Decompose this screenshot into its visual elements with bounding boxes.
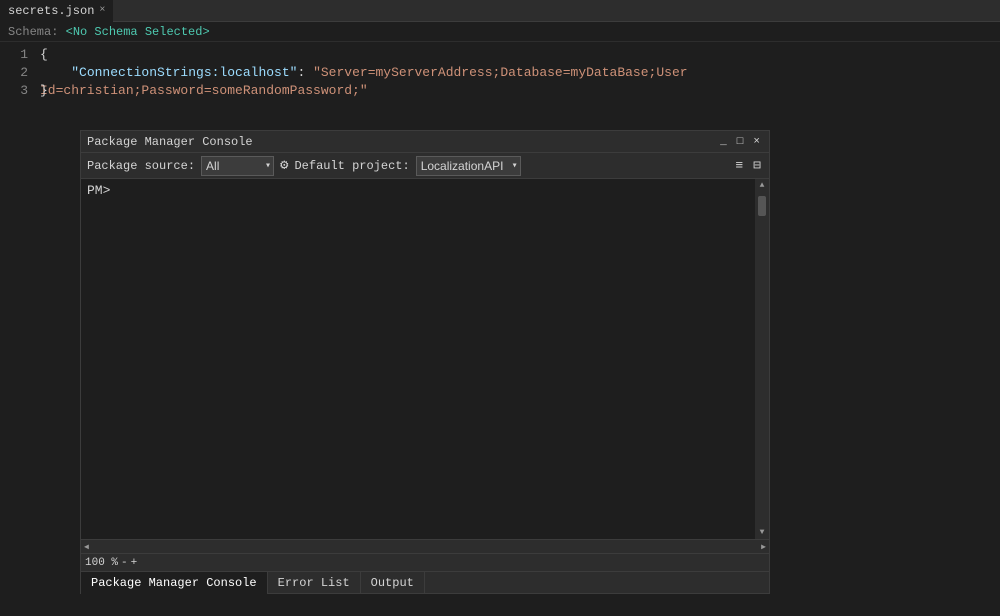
package-source-select-wrapper[interactable]: All nuget.org <box>201 156 274 176</box>
package-source-select[interactable]: All nuget.org <box>201 156 274 176</box>
editor-line-1: 1 { <box>0 46 1000 64</box>
schema-bar: Schema: <No Schema Selected> <box>0 22 1000 42</box>
json-key-connection: "ConnectionStrings:localhost" <box>71 65 297 80</box>
default-project-select[interactable]: LocalizationAPI <box>416 156 521 176</box>
pmc-title: Package Manager Console <box>87 135 253 149</box>
zoom-bar: 100 % - + <box>81 553 769 571</box>
line-content-3: } <box>40 82 48 100</box>
scroll-up-arrow[interactable]: ▲ <box>755 179 769 192</box>
hscroll-track[interactable] <box>92 543 758 551</box>
schema-label: Schema: <box>8 25 58 39</box>
pmc-scrollbar[interactable]: ▲ ▼ <box>755 179 769 539</box>
brace-open: { <box>40 47 48 62</box>
pmc-console[interactable]: PM> <box>81 179 755 539</box>
pmc-minimize-button[interactable]: _ <box>717 136 730 148</box>
pmc-restore-button[interactable]: □ <box>734 136 747 148</box>
package-source-label: Package source: <box>87 159 195 173</box>
clear-icon[interactable]: ⊟ <box>751 158 763 173</box>
tab-filename: secrets.json <box>8 4 94 18</box>
tab-output[interactable]: Output <box>361 572 425 594</box>
tab-package-manager-console[interactable]: Package Manager Console <box>81 572 268 594</box>
brace-close: } <box>40 83 48 98</box>
line-number-1: 1 <box>0 46 40 64</box>
tab-bar: secrets.json × <box>0 0 1000 22</box>
scrollbar-thumb[interactable] <box>758 196 766 216</box>
pmc-close-button[interactable]: × <box>750 136 763 148</box>
line-content-1: { <box>40 46 48 64</box>
tab-close-button[interactable]: × <box>99 5 105 16</box>
pmc-hscroll: ◀ ▶ <box>81 539 769 553</box>
default-project-select-wrapper[interactable]: LocalizationAPI <box>416 156 521 176</box>
line-number-3: 3 <box>0 82 40 100</box>
tab-error-list[interactable]: Error List <box>268 572 361 594</box>
line-content-2: "ConnectionStrings:localhost": "Server=m… <box>40 64 1000 100</box>
editor-line-2: 2 "ConnectionStrings:localhost": "Server… <box>0 64 1000 82</box>
settings-icon[interactable]: ⚙ <box>280 157 288 174</box>
pmc-toolbar: Package source: All nuget.org ⚙ Default … <box>81 153 769 179</box>
editor-area[interactable]: 1 { 2 "ConnectionStrings:localhost": "Se… <box>0 42 1000 142</box>
zoom-percent: 100 % <box>85 557 118 569</box>
list-icon[interactable]: ≡ <box>733 158 745 173</box>
schema-value: <No Schema Selected> <box>66 25 210 39</box>
line-number-2: 2 <box>0 64 40 82</box>
bottom-tabs: Package Manager Console Error List Outpu… <box>81 571 769 593</box>
scroll-down-arrow[interactable]: ▼ <box>755 526 769 539</box>
zoom-increase-button[interactable]: + <box>131 557 138 569</box>
pmc-body: PM> ▲ ▼ <box>81 179 769 539</box>
pmc-panel: Package Manager Console _ □ × Package so… <box>80 130 770 594</box>
pm-prompt: PM> <box>87 183 110 198</box>
default-project-label: Default project: <box>294 159 409 173</box>
pmc-title-bar: Package Manager Console _ □ × <box>81 131 769 153</box>
hscroll-left-arrow[interactable]: ◀ <box>81 542 92 552</box>
tab-secrets-json[interactable]: secrets.json × <box>0 0 113 22</box>
hscroll-right-arrow[interactable]: ▶ <box>758 542 769 552</box>
pmc-title-buttons: _ □ × <box>717 136 763 148</box>
zoom-decrease-button[interactable]: - <box>121 557 128 569</box>
